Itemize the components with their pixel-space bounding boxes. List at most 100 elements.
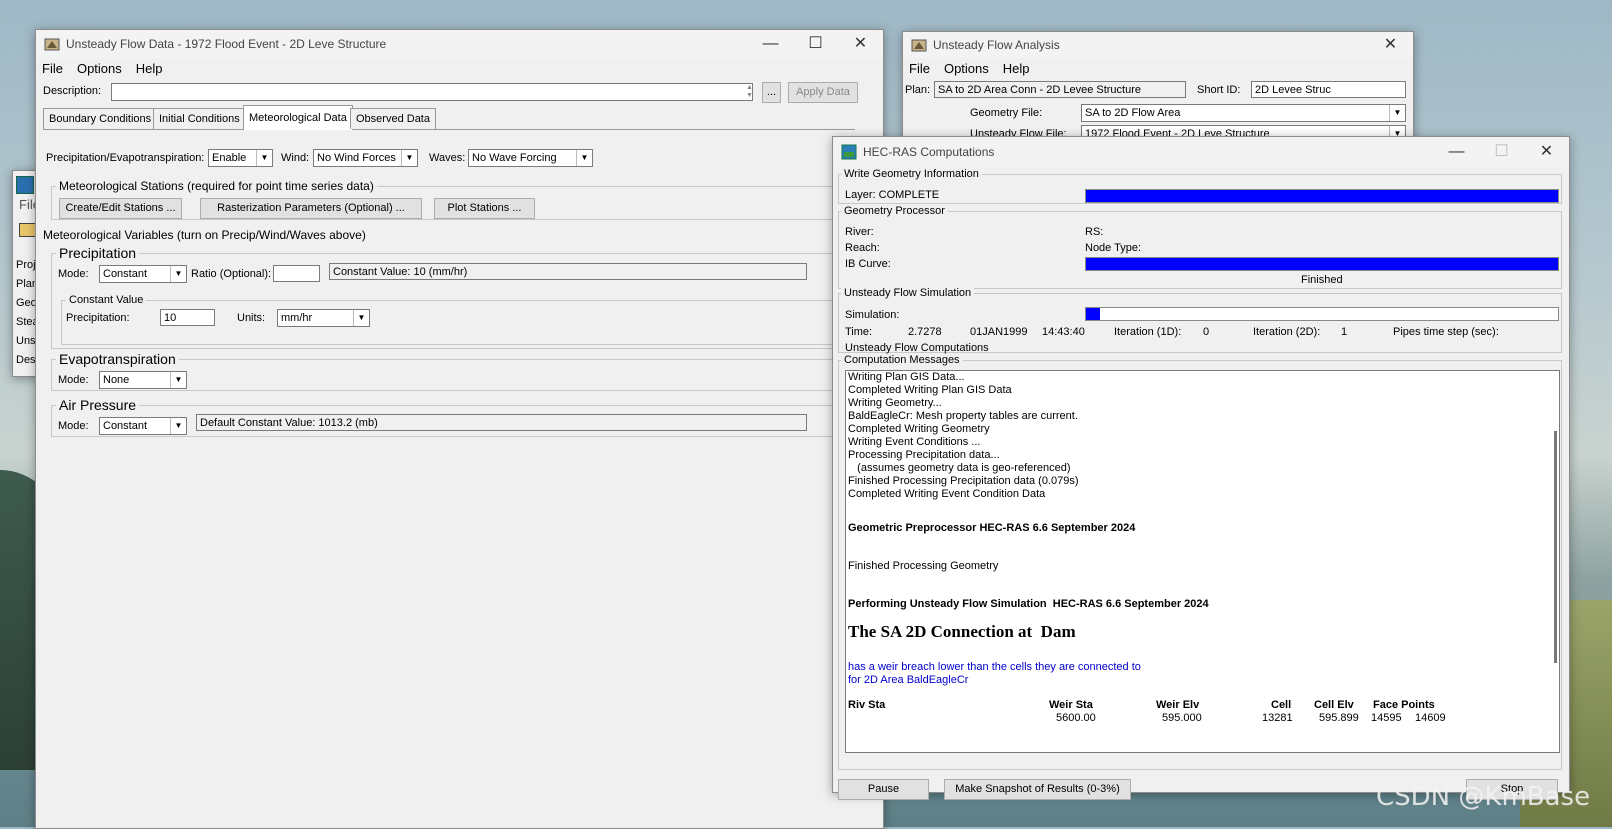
pipes-time-step-label: Pipes time step (sec): (1393, 326, 1499, 338)
precip-mode-label: Mode: (58, 268, 89, 280)
chevron-down-icon: ▼ (401, 150, 417, 166)
minimize-icon[interactable]: — (1434, 138, 1479, 166)
message-table-cell: 595.899 (1319, 712, 1359, 724)
tab-strip: Boundary Conditions Initial Conditions M… (43, 105, 855, 130)
create-edit-stations-button[interactable]: Create/Edit Stations ... (59, 198, 182, 219)
chevron-down-icon: ▼ (170, 266, 186, 282)
tab-boundary-conditions[interactable]: Boundary Conditions (43, 108, 158, 129)
plan-label: Plan: (905, 84, 931, 96)
air-pressure-title: Air Pressure (56, 397, 140, 413)
menu-file[interactable]: File (909, 61, 930, 76)
rasterization-parameters-button[interactable]: Rasterization Parameters (Optional) ... (200, 198, 422, 219)
short-id-input[interactable]: 2D Levee Struc (1251, 81, 1406, 98)
plot-stations-button[interactable]: Plot Stations ... (434, 198, 535, 219)
description-label: Description: (43, 85, 102, 97)
ufa-titlebar[interactable]: Unsteady Flow Analysis ✕ (903, 32, 1413, 58)
ratio-label: Ratio (Optional): (191, 268, 272, 280)
finished-label: Finished (1301, 274, 1343, 286)
precip-mode-value: Constant (103, 268, 148, 280)
precip-mode-select[interactable]: Constant ▼ (99, 265, 187, 283)
menu-file[interactable]: File (42, 61, 63, 76)
river-label: River: (845, 226, 874, 238)
ratio-input[interactable] (273, 265, 320, 282)
precipitation-title: Precipitation (56, 245, 140, 261)
wind-select[interactable]: No Wind Forces ▼ (313, 149, 418, 167)
chevron-down-icon: ▼ (256, 150, 272, 166)
evapotranspiration-title: Evapotranspiration (56, 351, 179, 367)
message-table-cell: 5600.00 (1056, 712, 1096, 724)
iteration-2d-value: 1 (1341, 326, 1348, 338)
tab-initial-conditions[interactable]: Initial Conditions (153, 108, 246, 129)
message-line: Performing Unsteady Flow Simulation HEC-… (848, 598, 1209, 610)
message-table-header: Cell Elv (1314, 699, 1354, 711)
description-spinner[interactable]: ▲ ▼ (746, 84, 754, 100)
evap-mode-select[interactable]: None ▼ (99, 371, 187, 389)
message-table-header: Face Points (1373, 699, 1435, 711)
description-browse-button[interactable]: ... (762, 82, 781, 103)
computation-messages-list[interactable]: Writing Plan GIS Data... Completed Writin… (845, 370, 1560, 753)
description-input[interactable] (111, 83, 753, 101)
chevron-down-icon: ▼ (170, 372, 186, 388)
menu-options[interactable]: Options (944, 61, 989, 76)
simulation-label: Simulation: (845, 309, 900, 321)
air-default-display: Default Constant Value: 1013.2 (mb) (196, 414, 807, 431)
hec-ras-icon (841, 144, 857, 160)
precip-evap-select[interactable]: Enable ▼ (208, 149, 273, 167)
air-mode-label: Mode: (58, 420, 89, 432)
date-value: 01JAN1999 (970, 326, 1028, 338)
snapshot-button[interactable]: Make Snapshot of Results (0-3%) (944, 779, 1131, 800)
met-stations-title: Meteorological Stations (required for po… (56, 179, 377, 193)
ufd-titlebar[interactable]: Unsteady Flow Data - 1972 Flood Event - … (36, 30, 883, 58)
wind-label: Wind: (281, 152, 310, 164)
menu-help[interactable]: Help (136, 61, 163, 76)
waves-select[interactable]: No Wave Forcing ▼ (468, 149, 593, 167)
close-icon[interactable]: ✕ (1368, 31, 1413, 59)
message-line: Writing Event Conditions ... (848, 436, 981, 448)
precipitation-input[interactable]: 10 (160, 309, 215, 326)
chevron-down-icon: ▼ (576, 150, 592, 166)
messages-title: Computation Messages (841, 354, 963, 366)
units-select[interactable]: mm/hr ▼ (277, 309, 370, 327)
constant-value-display: Constant Value: 10 (mm/hr) (329, 263, 807, 280)
close-icon[interactable]: ✕ (1524, 138, 1569, 166)
message-line: Writing Geometry... (848, 397, 942, 409)
maximize-icon[interactable]: ☐ (1479, 138, 1524, 166)
time-label: Time: (845, 326, 873, 338)
status-text: Unsteady Flow Computations (845, 342, 989, 354)
hec-app-icon (44, 38, 60, 51)
messages-scrollbar[interactable] (1554, 431, 1557, 663)
menu-options[interactable]: Options (77, 61, 122, 76)
comp-titlebar[interactable]: HEC-RAS Computations — ☐ ✕ (833, 137, 1569, 167)
air-mode-select[interactable]: Constant ▼ (99, 417, 187, 435)
node-type-label: Node Type: (1085, 242, 1142, 254)
geometry-file-select[interactable]: SA to 2D Flow Area ▼ (1081, 104, 1406, 122)
minimize-icon[interactable]: — (748, 30, 793, 58)
write-geometry-progress (1085, 189, 1559, 203)
chevron-down-icon: ▼ (170, 418, 186, 434)
message-table-cell: 13281 (1262, 712, 1293, 724)
constant-value-title: Constant Value (66, 294, 147, 306)
message-line: Geometric Preprocessor HEC-RAS 6.6 Septe… (848, 522, 1136, 534)
time-value: 2.7278 (908, 326, 942, 338)
pause-button[interactable]: Pause (838, 779, 929, 800)
message-table-cell: 595.000 (1162, 712, 1202, 724)
menu-help[interactable]: Help (1003, 61, 1030, 76)
evap-mode-value: None (103, 374, 130, 386)
message-line: for 2D Area BaldEagleCr (848, 674, 969, 686)
precipitation-label: Precipitation: (66, 312, 130, 324)
close-icon[interactable]: ✕ (838, 30, 883, 58)
message-line: Finished Processing Precipitation data (… (848, 475, 1079, 487)
tab-meteorological-data[interactable]: Meteorological Data (243, 105, 353, 130)
watermark: CSDN @KmBase (1376, 782, 1591, 812)
apply-data-button[interactable]: Apply Data (788, 82, 858, 103)
side-item-project: Proj (16, 259, 36, 271)
plan-input[interactable]: SA to 2D Area Conn - 2D Levee Structure (934, 81, 1186, 98)
tab-observed-data[interactable]: Observed Data (350, 108, 436, 129)
layer-status: Layer: COMPLETE (845, 189, 940, 201)
maximize-icon[interactable]: ☐ (793, 30, 838, 58)
chevron-down-icon: ▼ (1389, 105, 1405, 121)
units-value: mm/hr (281, 312, 313, 324)
message-table-cell: 14609 (1415, 712, 1446, 724)
message-table-header: Cell (1271, 699, 1292, 711)
precip-evap-label: Precipitation/Evapotranspiration: (46, 152, 205, 164)
